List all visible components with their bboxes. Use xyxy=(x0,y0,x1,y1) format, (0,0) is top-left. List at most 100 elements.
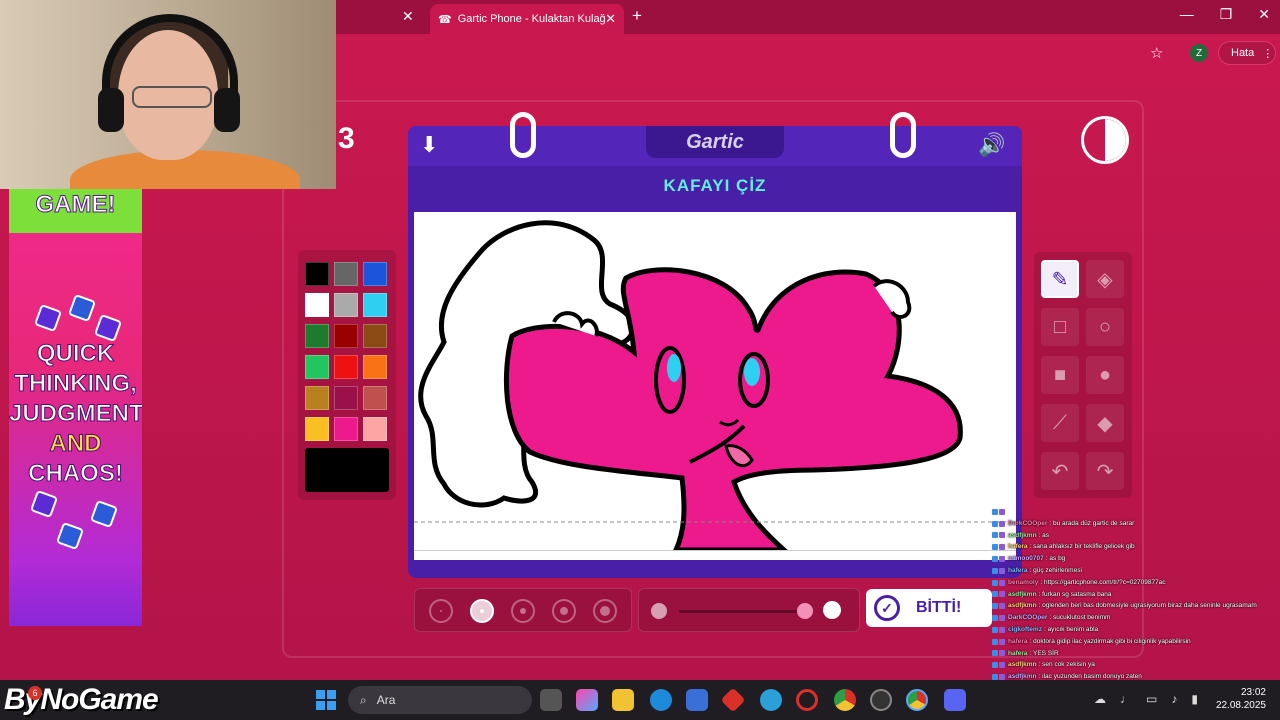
color-swatch[interactable] xyxy=(305,324,329,348)
chat-username[interactable]: asdfjkmn xyxy=(1008,659,1037,671)
brush-size-option[interactable] xyxy=(511,599,535,623)
brush-size-option[interactable] xyxy=(470,599,494,623)
color-swatch[interactable] xyxy=(363,293,387,317)
chat-badges xyxy=(992,650,1005,657)
color-swatch[interactable] xyxy=(334,324,358,348)
color-swatch[interactable] xyxy=(363,262,387,286)
redo-button[interactable]: ↷ xyxy=(1086,452,1124,490)
chat-username[interactable]: hafera xyxy=(1008,541,1028,553)
opacity-handle[interactable] xyxy=(797,603,813,619)
ad-line: JUDGMENT xyxy=(9,400,142,428)
tab-gartic-phone[interactable]: ☎ Gartic Phone - Kulaktan Kulağa ✕ xyxy=(430,4,624,34)
chat-text: : furkan sg satasma bana xyxy=(1038,590,1112,598)
done-button[interactable]: ✓ BİTTİ! xyxy=(866,589,992,627)
opera-icon[interactable] xyxy=(796,689,818,711)
chat-username[interactable]: cigkoftemz xyxy=(1008,624,1042,636)
chat-text: : sana ahlaksız bir teklifle gelicek gib xyxy=(1029,543,1135,551)
profile-avatar[interactable]: Z xyxy=(1190,44,1208,62)
download-icon[interactable]: ⬇ xyxy=(420,132,438,158)
error-button[interactable]: Hata ⋮ xyxy=(1218,41,1276,65)
chat-username[interactable]: hafera xyxy=(1008,565,1028,577)
weather-icon[interactable] xyxy=(760,689,782,711)
color-swatch[interactable] xyxy=(363,355,387,379)
dice-icon xyxy=(55,521,85,551)
eraser-tool[interactable]: ◈ xyxy=(1086,260,1124,298)
mic-icon[interactable]: ♩ xyxy=(1120,692,1132,706)
chat-username[interactable]: hafera xyxy=(1008,636,1028,648)
previous-tab-close-icon[interactable]: ✕ xyxy=(402,8,414,25)
opacity-slider[interactable] xyxy=(638,588,860,632)
cloud-icon[interactable]: ☁ xyxy=(1094,692,1106,706)
color-swatch[interactable] xyxy=(334,417,358,441)
line-tool[interactable]: ⟋ xyxy=(1041,404,1079,442)
window-close-icon[interactable]: ✕ xyxy=(1258,6,1270,23)
chat-username[interactable]: hafera xyxy=(1008,648,1028,660)
sound-icon[interactable]: 🔊 xyxy=(978,132,1005,158)
ad-line: QUICK xyxy=(36,340,115,368)
circle-outline-tool[interactable]: ○ xyxy=(1086,308,1124,346)
chat-username[interactable]: mimoo0707 xyxy=(1008,553,1044,565)
ad-banner[interactable]: GAME! QUICK THINKING, JUDGMENT AND CHAOS… xyxy=(9,189,142,626)
minimize-icon[interactable]: — xyxy=(1180,6,1194,23)
store-icon[interactable] xyxy=(686,689,708,711)
color-swatch[interactable] xyxy=(305,386,329,410)
edge-icon[interactable] xyxy=(650,689,672,711)
chat-text: : sucuklutost benimm xyxy=(1049,614,1111,622)
brush-size-option[interactable] xyxy=(593,599,617,623)
discord-icon[interactable] xyxy=(944,689,966,711)
color-swatch[interactable] xyxy=(363,324,387,348)
network-icon[interactable]: ▭ xyxy=(1146,692,1157,706)
brush-size-picker xyxy=(414,588,632,632)
color-swatch[interactable] xyxy=(305,417,329,441)
color-swatch[interactable] xyxy=(363,386,387,410)
drawing-canvas[interactable] xyxy=(414,212,1016,550)
color-swatch[interactable] xyxy=(334,355,358,379)
undo-button[interactable]: ↶ xyxy=(1041,452,1079,490)
clock[interactable]: 23:02 22.08.2025 xyxy=(1214,686,1266,712)
kebab-menu-icon[interactable]: ⋮ xyxy=(1262,47,1273,60)
brush-size-option[interactable] xyxy=(429,599,453,623)
notification-badge: 6 xyxy=(28,686,42,700)
chat-username[interactable]: DarkCOOper xyxy=(1008,518,1047,530)
pen-tool[interactable]: ✎ xyxy=(1041,260,1079,298)
chrome-icon[interactable] xyxy=(834,689,856,711)
theme-toggle-button[interactable] xyxy=(1081,116,1129,164)
opacity-min-icon xyxy=(651,603,667,619)
maximize-icon[interactable]: ❐ xyxy=(1220,6,1233,23)
color-swatch[interactable] xyxy=(305,355,329,379)
opacity-track[interactable] xyxy=(679,610,809,613)
color-swatch[interactable] xyxy=(305,262,329,286)
new-tab-button[interactable]: + xyxy=(632,6,642,26)
copilot-icon[interactable] xyxy=(576,689,598,711)
brush-size-option[interactable] xyxy=(552,599,576,623)
chat-username[interactable]: asdfjkmn xyxy=(1008,589,1037,601)
chat-username[interactable]: DarkCOOper xyxy=(1008,612,1047,624)
color-swatch[interactable] xyxy=(305,293,329,317)
battery-icon[interactable]: ▮ xyxy=(1191,692,1198,706)
tab-close-icon[interactable]: ✕ xyxy=(605,11,616,27)
gartic-logo: Gartic xyxy=(646,126,784,158)
taskbar-search[interactable]: ⌕ Ara xyxy=(348,686,532,714)
chat-username[interactable]: asdfjkmn xyxy=(1008,600,1037,612)
chrome-profile-icon[interactable] xyxy=(906,689,928,711)
color-swatch[interactable] xyxy=(334,293,358,317)
rect-outline-tool[interactable]: □ xyxy=(1041,308,1079,346)
chat-message: DarkCOOper: bu arada düz gartic de sarar xyxy=(992,518,1280,530)
volume-icon[interactable]: ♪ xyxy=(1171,692,1177,706)
obs-icon[interactable] xyxy=(870,689,892,711)
color-swatch[interactable] xyxy=(363,417,387,441)
task-view-icon[interactable] xyxy=(540,689,562,711)
color-swatch[interactable] xyxy=(334,262,358,286)
windows-start-icon[interactable] xyxy=(316,690,336,710)
color-swatch[interactable] xyxy=(334,386,358,410)
bookmark-star-icon[interactable]: ☆ xyxy=(1150,44,1163,62)
pen-icon: ✎ xyxy=(1051,268,1069,291)
chat-username[interactable]: asdfjkmn xyxy=(1008,530,1037,542)
rect-fill-tool[interactable]: ■ xyxy=(1041,356,1079,394)
tab-title: Gartic Phone - Kulaktan Kulağa xyxy=(457,13,606,25)
search-placeholder: Ara xyxy=(376,693,396,707)
circle-fill-tool[interactable]: ● xyxy=(1086,356,1124,394)
chat-username[interactable]: benamoly xyxy=(1008,577,1038,589)
bucket-tool[interactable]: ◆ xyxy=(1086,404,1124,442)
file-explorer-icon[interactable] xyxy=(612,689,634,711)
